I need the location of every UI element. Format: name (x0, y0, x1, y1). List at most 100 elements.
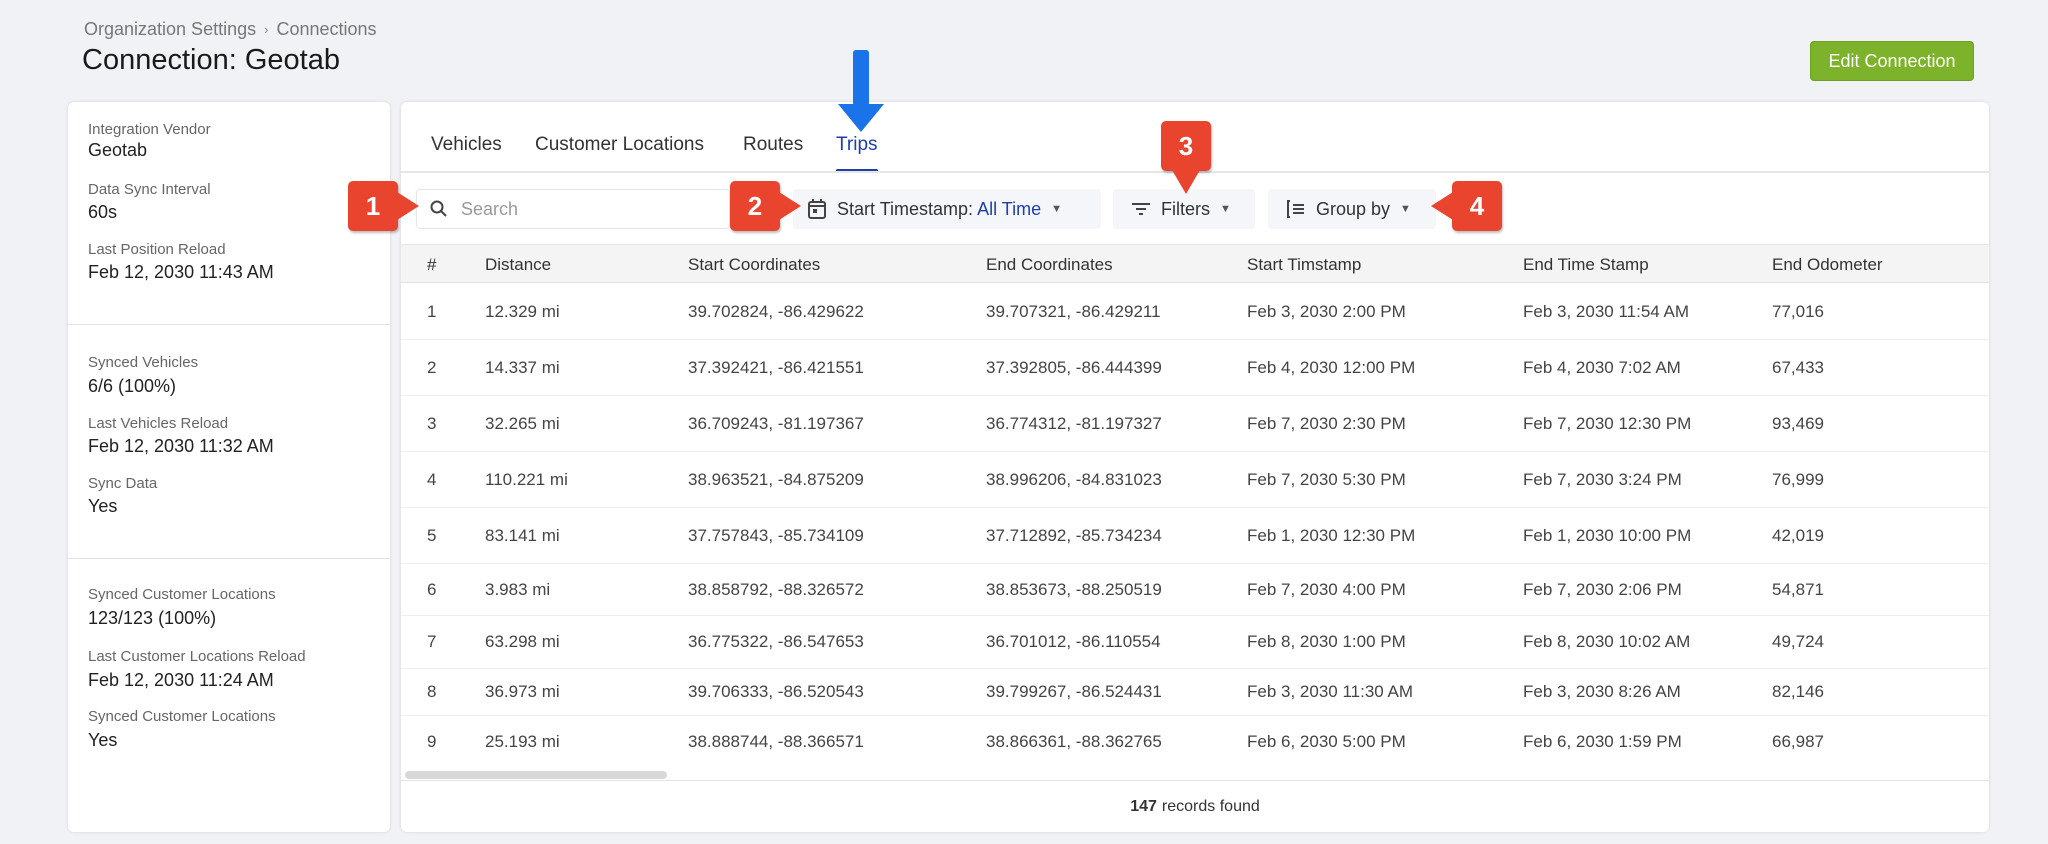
distance-cell: 25.193 mi (485, 732, 560, 751)
end-odometer-cell: 76,999 (1772, 469, 1824, 489)
table-row[interactable]: 5 83.141 mi 37.757843, -85.734109 37.712892… (401, 508, 1989, 564)
breadcrumb-organization-settings[interactable]: Organization Settings (84, 19, 256, 40)
end-odometer-cell: 93,469 (1772, 413, 1824, 433)
distance-cell: 63.298 mi (485, 632, 560, 651)
caret-down-icon: ▼ (1400, 203, 1411, 215)
detail-label: Sync Data (88, 475, 158, 492)
distance-cell: 32.265 mi (485, 413, 560, 433)
annotation-badge-3: 3 (1161, 121, 1211, 171)
records-count: 147 records found (401, 780, 1989, 832)
calendar-icon (808, 199, 826, 219)
table-row[interactable]: 4 110.221 mi 38.963521, -84.875209 38.99620… (401, 452, 1989, 508)
table-row[interactable]: 2 14.337 mi 37.392421, -86.421551 37.392805… (401, 340, 1989, 396)
horizontal-scrollbar[interactable] (405, 771, 667, 779)
start-coordinates-cell: 36.709243, -81.197367 (688, 413, 864, 433)
end-timestamp-cell: Feb 1, 2030 10:00 PM (1523, 525, 1692, 545)
column-header-distance[interactable]: Distance (485, 255, 551, 275)
column-header-number[interactable]: # (427, 255, 436, 275)
filters-button[interactable]: Filters ▼ (1113, 189, 1255, 229)
detail-label: Synced Customer Locations (88, 708, 276, 725)
annotation-badge-2: 2 (730, 181, 780, 231)
start-coordinates-cell: 38.963521, -84.875209 (688, 469, 864, 489)
detail-label: Synced Customer Locations (88, 586, 276, 603)
distance-cell: 3.983 mi (485, 579, 551, 599)
table-row[interactable]: 6 3.983 mi 38.858792, -88.326572 38.853673,… (401, 564, 1989, 616)
column-header-end-odometer[interactable]: End Odometer (1772, 255, 1883, 275)
detail-value: 123/123 (100%) (88, 608, 217, 628)
connection-details-panel: Integration Vendor Geotab Data Sync Inte… (68, 102, 390, 832)
annotation-badge-4: 4 (1452, 181, 1502, 231)
tab-customer-locations[interactable]: Customer Locations (535, 134, 704, 172)
start-coordinates-cell: 39.706333, -86.520543 (688, 682, 864, 701)
detail-value: Feb 12, 2030 11:43 AM (88, 262, 274, 282)
end-coordinates-cell: 37.392805, -86.444399 (986, 357, 1162, 377)
start-timestamp-cell: Feb 3, 2030 11:30 AM (1247, 682, 1414, 701)
detail-label: Synced Vehicles (88, 354, 199, 371)
blue-arrow-annotation-icon (838, 50, 884, 132)
detail-label: Last Customer Locations Reload (88, 648, 306, 665)
tab-trips[interactable]: Trips (836, 134, 878, 172)
detail-value: Feb 12, 2030 11:32 AM (88, 436, 274, 456)
detail-value: Geotab (88, 140, 148, 160)
end-timestamp-cell: Feb 3, 2030 8:26 AM (1523, 682, 1681, 701)
caret-down-icon: ▼ (1051, 203, 1062, 215)
distance-cell: 36.973 mi (485, 682, 560, 701)
tab-routes[interactable]: Routes (743, 134, 803, 172)
start-coordinates-cell: 38.888744, -88.366571 (688, 732, 864, 751)
trip-number-cell: 9 (427, 732, 437, 751)
detail-value: 6/6 (100%) (88, 376, 177, 396)
start-coordinates-cell: 36.775322, -86.547653 (688, 632, 864, 651)
annotation-pointer-icon (1172, 170, 1200, 194)
edit-connection-button[interactable]: Edit Connection (1810, 41, 1974, 81)
start-timestamp-cell: Feb 8, 2030 1:00 PM (1247, 632, 1406, 651)
table-row[interactable]: 1 12.329 mi 39.702824, -86.429622 39.707321… (401, 284, 1989, 340)
breadcrumb-separator: › (264, 22, 269, 37)
search-input[interactable] (461, 198, 701, 220)
group-by-button[interactable]: Group by ▼ (1268, 189, 1436, 229)
end-coordinates-cell: 39.707321, -86.429211 (986, 301, 1161, 321)
trip-number-cell: 1 (427, 301, 437, 321)
start-timestamp-cell: Feb 1, 2030 12:30 PM (1247, 525, 1416, 545)
distance-cell: 12.329 mi (485, 301, 560, 321)
detail-label: Last Position Reload (88, 241, 226, 258)
detail-value: 60s (88, 202, 118, 222)
end-coordinates-cell: 38.996206, -84.831023 (986, 469, 1162, 489)
records-count-number: 147 (1130, 797, 1157, 815)
start-timestamp-cell: Feb 4, 2030 12:00 PM (1247, 357, 1416, 377)
table-row[interactable]: 9 25.193 mi 38.888744, -88.366571 38.866361… (401, 716, 1989, 768)
detail-value: Yes (88, 730, 118, 750)
end-timestamp-cell: Feb 6, 2030 1:59 PM (1523, 732, 1682, 751)
start-timestamp-cell: Feb 7, 2030 4:00 PM (1247, 579, 1406, 599)
column-header-start-timestamp[interactable]: Start Timstamp (1247, 255, 1361, 275)
end-odometer-cell: 67,433 (1772, 357, 1824, 377)
divider (68, 558, 390, 559)
end-timestamp-cell: Feb 8, 2030 10:02 AM (1523, 632, 1691, 651)
detail-label: Last Vehicles Reload (88, 415, 229, 432)
breadcrumb-connections[interactable]: Connections (276, 19, 376, 40)
timestamp-value: All Time (977, 198, 1042, 219)
detail-label: Integration Vendor (88, 121, 211, 138)
trip-number-cell: 3 (427, 413, 437, 433)
start-timestamp-cell: Feb 7, 2030 2:30 PM (1247, 413, 1406, 433)
end-timestamp-cell: Feb 4, 2030 7:02 AM (1523, 357, 1681, 377)
search-icon (430, 200, 447, 217)
column-header-end-timestamp[interactable]: End Time Stamp (1523, 255, 1649, 275)
group-by-icon (1287, 200, 1304, 218)
start-coordinates-cell: 37.392421, -86.421551 (688, 357, 864, 377)
end-coordinates-cell: 36.701012, -86.110554 (986, 632, 1161, 651)
filter-icon (1132, 203, 1150, 215)
table-row[interactable]: 3 32.265 mi 36.709243, -81.197367 36.774312… (401, 396, 1989, 452)
end-coordinates-cell: 38.853673, -88.250519 (986, 579, 1162, 599)
detail-label: Data Sync Interval (88, 181, 211, 198)
caret-down-icon: ▼ (1220, 203, 1231, 215)
search-box[interactable] (416, 189, 730, 229)
table-row[interactable]: 8 36.973 mi 39.706333, -86.520543 39.799267… (401, 669, 1989, 716)
annotation-pointer-icon (397, 192, 419, 220)
column-header-end-coordinates[interactable]: End Coordinates (986, 255, 1113, 275)
end-coordinates-cell: 36.774312, -81.197327 (986, 413, 1162, 433)
table-row[interactable]: 7 63.298 mi 36.775322, -86.547653 36.701012… (401, 616, 1989, 669)
breadcrumb: Organization Settings › Connections (84, 19, 377, 40)
start-timestamp-dropdown[interactable]: Start Timestamp: All Time ▼ (793, 189, 1101, 229)
column-header-start-coordinates[interactable]: Start Coordinates (688, 255, 820, 275)
tab-vehicles[interactable]: Vehicles (431, 134, 502, 172)
